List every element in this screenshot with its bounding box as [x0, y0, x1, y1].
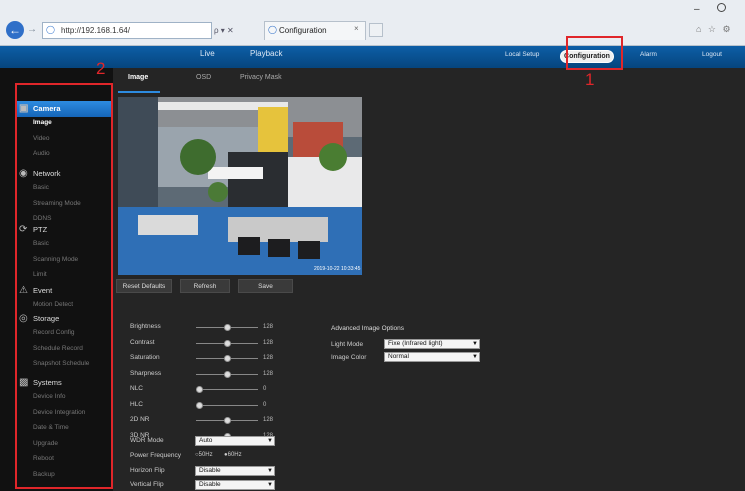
light-mode-value: Fixe (Infrared light)	[388, 340, 443, 347]
slider-track	[196, 404, 258, 406]
wdr-mode-select[interactable]: Auto ▼	[195, 436, 275, 446]
nav-live[interactable]: Live	[200, 49, 215, 58]
horizon-flip-value: Disable	[199, 467, 221, 474]
radio-50hz[interactable]: ○50Hz	[195, 452, 213, 458]
slider-brightness[interactable]	[196, 324, 258, 332]
chevron-down-icon: ▼	[267, 438, 273, 444]
vertical-flip-label: Vertical Flip	[130, 481, 164, 488]
tab-privacy-mask[interactable]: Privacy Mask	[240, 74, 282, 81]
active-tab-indicator	[118, 91, 160, 93]
nav-local-setup[interactable]: Local Setup	[505, 51, 539, 58]
setting-label-sharpness: Sharpness	[130, 369, 162, 377]
setting-label-2d-nr: 2D NR	[130, 416, 150, 423]
radio-50hz-label: 50Hz	[198, 452, 213, 458]
horizon-flip-label: Horizon Flip	[130, 467, 165, 474]
address-tools[interactable]: ρ ▾ ✕	[214, 22, 264, 39]
top-nav-bar	[0, 46, 745, 68]
slider-hlc[interactable]	[196, 401, 258, 410]
maximize-button[interactable]	[717, 3, 726, 12]
video-preview	[118, 97, 362, 275]
setting-value: 128	[263, 355, 274, 361]
setting-label-brightness: Brightness	[130, 323, 161, 330]
setting-value: 128	[263, 324, 274, 330]
chevron-down-icon: ▼	[472, 341, 478, 347]
advanced-options-title: Advanced Image Options	[331, 325, 404, 332]
save-button[interactable]: Save	[238, 279, 293, 293]
image-color-label: Image Color	[331, 354, 367, 361]
light-mode-label: Light Mode	[331, 341, 364, 348]
annotation-box-sidebar	[15, 83, 113, 489]
radio-60hz-label: 60Hz	[227, 452, 242, 458]
setting-value: 128	[263, 370, 274, 377]
reset-defaults-button[interactable]: Reset Defaults	[116, 279, 172, 293]
setting-value: 0	[263, 386, 267, 392]
slider-track	[196, 389, 258, 390]
horizon-flip-select[interactable]: Disable ▼	[195, 466, 275, 476]
nav-playback[interactable]: Playback	[250, 49, 282, 58]
radio-60hz[interactable]: ●60Hz	[224, 452, 242, 458]
slider-knob[interactable]	[196, 386, 203, 393]
setting-label-saturation: Saturation	[130, 354, 160, 361]
office-scene-image	[118, 97, 362, 275]
slider-knob[interactable]	[196, 401, 203, 409]
setting-label-nlc: NLC	[130, 385, 144, 392]
refresh-button[interactable]: Refresh	[180, 279, 230, 293]
vertical-flip-value: Disable	[199, 481, 221, 488]
wdr-mode-value: Auto	[199, 437, 213, 444]
back-button[interactable]: ←	[6, 21, 24, 39]
slider-2d-nr[interactable]	[196, 417, 258, 425]
wdr-mode-label: WDR Mode	[130, 437, 164, 444]
chevron-down-icon: ▼	[267, 482, 273, 488]
setting-label-contrast: Contrast	[130, 338, 155, 346]
slider-nlc[interactable]	[196, 386, 258, 394]
vertical-flip-select[interactable]: Disable ▼	[195, 480, 275, 490]
browser-tools-icons[interactable]: ⌂ ☆ ⚙	[696, 24, 733, 35]
tab-osd[interactable]: OSD	[196, 74, 211, 81]
annotation-box-configuration	[566, 36, 623, 70]
slider-contrast[interactable]	[196, 339, 258, 348]
tab-close-icon[interactable]: ×	[354, 24, 359, 33]
nav-logout[interactable]: Logout	[702, 51, 722, 58]
slider-sharpness[interactable]	[196, 370, 258, 379]
forward-button[interactable]: →	[27, 24, 39, 36]
setting-value: 128	[263, 417, 274, 423]
tab-image[interactable]: Image	[128, 74, 148, 81]
setting-label-hlc: HLC	[130, 400, 144, 408]
power-frequency-label: Power Frequency	[130, 452, 181, 459]
slider-knob[interactable]	[223, 339, 231, 347]
address-bar[interactable]: http://192.168.1.64/	[42, 22, 212, 39]
setting-value: 0	[263, 401, 267, 408]
image-color-select[interactable]: Normal ▼	[384, 352, 480, 362]
minimize-button[interactable]: –	[694, 4, 700, 15]
nav-alarm[interactable]: Alarm	[640, 51, 657, 58]
chevron-down-icon: ▼	[472, 354, 478, 360]
slider-knob[interactable]	[223, 355, 231, 362]
slider-knob[interactable]	[223, 324, 231, 331]
browser-tab[interactable]: Configuration	[264, 21, 366, 40]
chevron-down-icon: ▼	[267, 468, 273, 474]
slider-knob[interactable]	[223, 417, 231, 424]
tab-favicon-icon: ◯	[268, 25, 277, 34]
slider-knob[interactable]	[223, 370, 231, 378]
setting-value: 128	[263, 339, 274, 346]
slider-saturation[interactable]	[196, 355, 258, 363]
osd-timestamp: 2019-10-22 10:33:45	[314, 266, 361, 272]
light-mode-select[interactable]: Fixe (Infrared light) ▼	[384, 339, 480, 349]
image-color-value: Normal	[388, 353, 409, 360]
page-icon: ◯	[46, 25, 55, 34]
annotation-number-2: 2	[96, 59, 106, 78]
new-tab-button[interactable]	[369, 23, 383, 37]
annotation-number-1: 1	[585, 70, 595, 89]
